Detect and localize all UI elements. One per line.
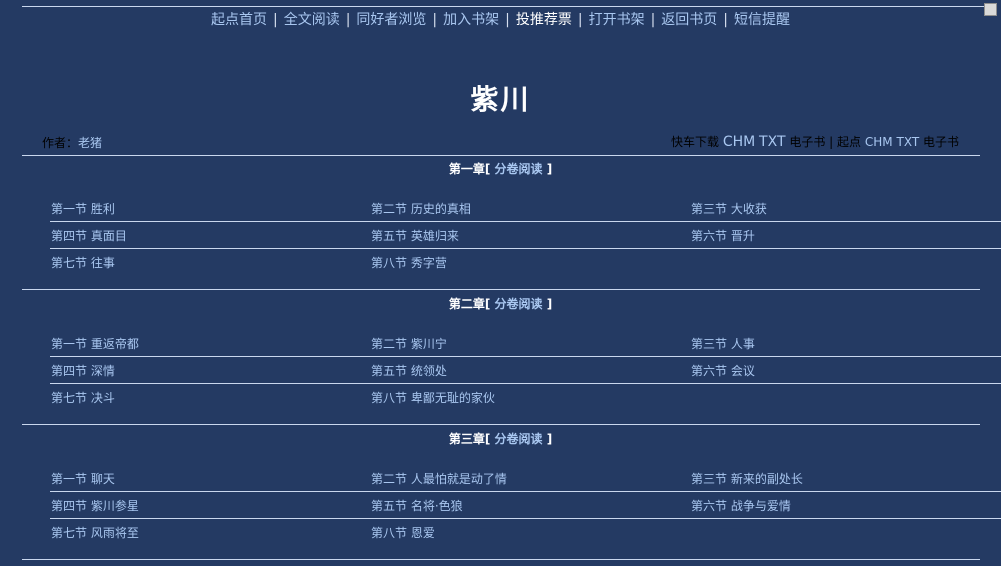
nav-separator: |	[345, 12, 351, 28]
chapter-row: 第四节 真面目 第五节 英雄归来 第六节 晋升	[0, 222, 1001, 249]
chapter-link[interactable]: 第四节 深情	[51, 362, 115, 379]
volume-heading: 第二章[ 分卷阅读 ]	[0, 295, 1001, 312]
chapter-link[interactable]: 第七节 风雨将至	[51, 524, 139, 541]
qidian-chm-link[interactable]: CHM	[865, 135, 893, 149]
top-nav: 起点首页 | 全文阅读 | 同好者浏览 | 加入书架 | 投推荐票 | 打开书架 | 返回书页 | 短信提醒	[0, 9, 1001, 31]
volume-divider	[22, 424, 980, 425]
ebook-label: 电子书	[789, 135, 826, 149]
ebook-label-2: 电子书	[922, 135, 959, 149]
chapter-link[interactable]: 第四节 真面目	[51, 227, 127, 244]
nav-sms-link[interactable]: 短信提醒	[734, 12, 790, 28]
chapter-link[interactable]: 第二节 历史的真相	[371, 200, 471, 217]
chapter-row: 第一节 重返帝都 第二节 紫川宁 第三节 人事	[0, 330, 1001, 357]
volume-name: 第三章[	[448, 432, 491, 446]
author-info: 作者：老猪	[42, 134, 102, 151]
chapter-link[interactable]: 第八节 秀字营	[371, 254, 447, 271]
chapter-link[interactable]: 第五节 英雄归来	[371, 227, 459, 244]
nav-separator: |	[577, 12, 583, 28]
qidian-label: 起点	[837, 135, 862, 149]
chapter-link[interactable]: 第三节 人事	[691, 335, 755, 352]
volume-read-link[interactable]: 分卷阅读	[495, 162, 543, 176]
volume-divider	[22, 559, 980, 560]
nav-home-link[interactable]: 起点首页	[211, 12, 267, 28]
volume-bracket: ]	[546, 162, 553, 176]
chapter-row: 第四节 紫川参星 第五节 名将·色狼 第六节 战争与爱情	[0, 492, 1001, 519]
chapter-row: 第一节 聊天 第二节 人最怕就是动了情 第三节 新来的副处长	[0, 465, 1001, 492]
top-divider	[22, 6, 985, 7]
chapter-link[interactable]: 第四节 紫川参星	[51, 497, 139, 514]
nav-separator: |	[272, 12, 278, 28]
author-name-link[interactable]: 老猪	[78, 136, 102, 150]
volume-read-link[interactable]: 分卷阅读	[495, 432, 543, 446]
volume-divider	[22, 289, 980, 290]
chapter-row: 第四节 深情 第五节 统领处 第六节 会议	[0, 357, 1001, 384]
book-title: 紫川	[470, 83, 531, 116]
nav-open-shelf-link[interactable]: 打开书架	[589, 12, 645, 28]
nav-separator: |	[432, 12, 438, 28]
nav-add-shelf-link[interactable]: 加入书架	[443, 12, 499, 28]
chapter-link[interactable]: 第七节 往事	[51, 254, 115, 271]
chapter-row: 第七节 决斗 第八节 卑鄙无耻的家伙	[0, 384, 1001, 411]
chapter-link[interactable]: 第五节 统领处	[371, 362, 447, 379]
fast-download-label: 快车下载	[670, 135, 719, 149]
nav-fan-browse-link[interactable]: 同好者浏览	[356, 12, 426, 28]
nav-separator: |	[650, 12, 656, 28]
nav-separator: |	[505, 12, 510, 28]
chapter-row: 第一节 胜利 第二节 历史的真相 第三节 大收获	[0, 195, 1001, 222]
fast-chm-link[interactable]: CHM	[723, 134, 755, 150]
fast-txt-link[interactable]: TXT	[759, 134, 785, 150]
author-label: 作者：	[42, 136, 79, 150]
volume-bracket: ]	[546, 297, 553, 311]
qidian-txt-link[interactable]: TXT	[896, 135, 919, 149]
volume-divider	[22, 155, 980, 156]
chapter-link[interactable]: 第八节 卑鄙无耻的家伙	[371, 389, 495, 406]
volume-name: 第一章[	[448, 162, 491, 176]
chapter-row: 第七节 往事 第八节 秀字营	[0, 249, 1001, 276]
chapter-link[interactable]: 第五节 名将·色狼	[371, 497, 463, 514]
chapter-link[interactable]: 第七节 决斗	[51, 389, 115, 406]
chapter-link[interactable]: 第六节 会议	[691, 362, 755, 379]
volume-name: 第二章[	[448, 297, 491, 311]
chapter-link[interactable]: 第一节 胜利	[51, 200, 115, 217]
volume-bracket: ]	[546, 432, 553, 446]
volume-heading: 第一章[ 分卷阅读 ]	[0, 160, 1001, 177]
nav-back-page-link[interactable]: 返回书页	[661, 12, 717, 28]
chapter-link[interactable]: 第一节 聊天	[51, 470, 115, 487]
nav-separator: |	[723, 12, 729, 28]
chapter-link[interactable]: 第三节 大收获	[691, 200, 767, 217]
volume-heading: 第三章[ 分卷阅读 ]	[0, 430, 1001, 447]
chapter-link[interactable]: 第六节 战争与爱情	[691, 497, 791, 514]
chapter-link[interactable]: 第八节 恩爱	[371, 524, 435, 541]
chapter-link[interactable]: 第一节 重返帝都	[51, 335, 139, 352]
chapter-link[interactable]: 第二节 人最怕就是动了情	[371, 470, 507, 487]
volume-read-link[interactable]: 分卷阅读	[495, 297, 543, 311]
download-links: 快车下载 CHM TXT 电子书 | 起点 CHM TXT 电子书	[671, 133, 959, 150]
chapter-link[interactable]: 第二节 紫川宁	[371, 335, 447, 352]
chapter-link[interactable]: 第六节 晋升	[691, 227, 755, 244]
nav-vote-link[interactable]: 投推荐票	[516, 12, 572, 28]
chapter-link[interactable]: 第三节 新来的副处长	[691, 470, 803, 487]
chapter-row: 第七节 风雨将至 第八节 恩爱	[0, 519, 1001, 546]
nav-full-read-link[interactable]: 全文阅读	[284, 12, 340, 28]
download-separator: |	[829, 135, 834, 149]
